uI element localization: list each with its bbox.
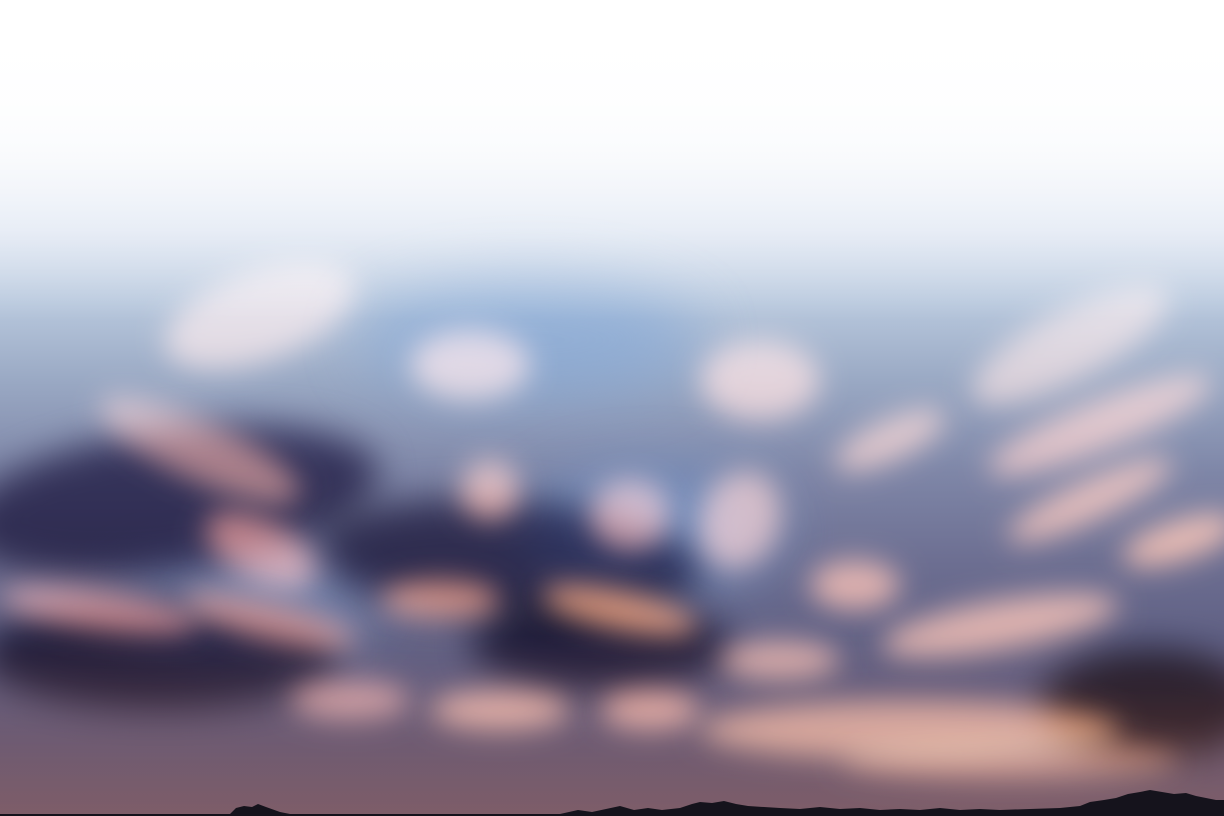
sunset-scene — [0, 0, 1224, 816]
orange-cloud-streak — [700, 340, 820, 420]
treeline-silhouette — [0, 790, 1224, 816]
orange-cloud-streak — [460, 460, 520, 520]
orange-cloud-streak — [810, 560, 900, 610]
orange-cloud-streak — [410, 330, 530, 400]
orange-cloud-streak — [380, 580, 500, 620]
orange-cloud-streak — [590, 480, 670, 550]
sky-haze — [0, 0, 1224, 320]
